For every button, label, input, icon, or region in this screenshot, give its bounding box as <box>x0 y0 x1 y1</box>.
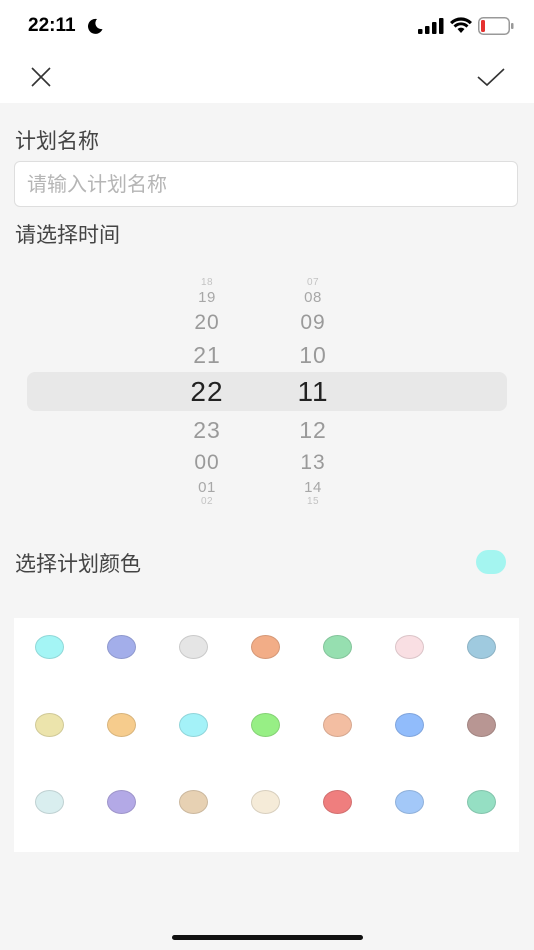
cellular-signal-icon <box>418 18 444 34</box>
minute-option[interactable]: 15 <box>273 497 353 507</box>
hour-wheel[interactable]: 18 19 20 21 22 23 00 01 02 <box>167 270 247 510</box>
picker-selection-band <box>27 372 507 411</box>
color-swatch[interactable] <box>323 790 352 814</box>
color-swatch[interactable] <box>467 790 496 814</box>
minute-option[interactable]: 10 <box>273 344 353 367</box>
hour-option[interactable]: 20 <box>167 312 247 333</box>
minute-wheel[interactable]: 07 08 09 10 11 12 13 14 15 <box>273 270 353 510</box>
selected-color-swatch[interactable] <box>476 550 506 574</box>
wifi-icon <box>450 17 472 33</box>
minute-option[interactable]: 09 <box>273 312 353 333</box>
color-swatch[interactable] <box>395 713 424 737</box>
color-swatch[interactable] <box>323 713 352 737</box>
hour-option[interactable]: 01 <box>167 480 247 495</box>
color-swatch[interactable] <box>323 635 352 659</box>
close-icon <box>31 67 51 87</box>
color-swatch[interactable] <box>107 790 136 814</box>
status-time: 22:11 <box>28 15 76 36</box>
plan-name-input[interactable] <box>14 161 518 207</box>
color-swatch[interactable] <box>251 713 280 737</box>
color-swatch[interactable] <box>35 790 64 814</box>
hour-option[interactable]: 19 <box>167 290 247 305</box>
color-swatch[interactable] <box>179 635 208 659</box>
top-bar: 22:11 <box>0 0 534 103</box>
hour-option[interactable]: 00 <box>167 452 247 473</box>
confirm-button[interactable] <box>474 62 508 92</box>
hour-option[interactable]: 22 <box>167 378 247 406</box>
color-palette <box>14 618 519 852</box>
checkmark-icon <box>477 68 505 87</box>
home-indicator <box>172 935 363 940</box>
color-swatch[interactable] <box>35 635 64 659</box>
color-swatch[interactable] <box>179 790 208 814</box>
color-label: 选择计划颜色 <box>15 552 141 576</box>
minute-option[interactable]: 11 <box>273 378 353 406</box>
time-picker[interactable]: 18 19 20 21 22 23 00 01 02 07 08 09 10 11 12 13 14 15 <box>0 270 534 510</box>
color-swatch[interactable] <box>35 713 64 737</box>
color-swatch[interactable] <box>395 790 424 814</box>
color-swatch[interactable] <box>251 635 280 659</box>
hour-option[interactable]: 02 <box>167 497 247 507</box>
color-swatch[interactable] <box>107 713 136 737</box>
minute-option[interactable]: 12 <box>273 419 353 442</box>
minute-option[interactable]: 14 <box>273 480 353 495</box>
color-swatch[interactable] <box>395 635 424 659</box>
color-swatch[interactable] <box>179 713 208 737</box>
close-button[interactable] <box>26 62 56 92</box>
hour-option[interactable]: 23 <box>167 419 247 442</box>
minute-option[interactable]: 08 <box>273 290 353 305</box>
color-swatch[interactable] <box>251 790 280 814</box>
minute-option[interactable]: 07 <box>273 278 353 288</box>
hour-option[interactable]: 21 <box>167 344 247 367</box>
moon-icon <box>87 18 103 34</box>
minute-option[interactable]: 13 <box>273 452 353 473</box>
battery-low-icon <box>478 17 514 35</box>
hour-option[interactable]: 18 <box>167 278 247 288</box>
color-swatch[interactable] <box>467 635 496 659</box>
plan-name-label: 计划名称 <box>15 129 99 153</box>
color-swatch[interactable] <box>107 635 136 659</box>
color-swatch[interactable] <box>467 713 496 737</box>
time-label: 请选择时间 <box>15 223 120 247</box>
